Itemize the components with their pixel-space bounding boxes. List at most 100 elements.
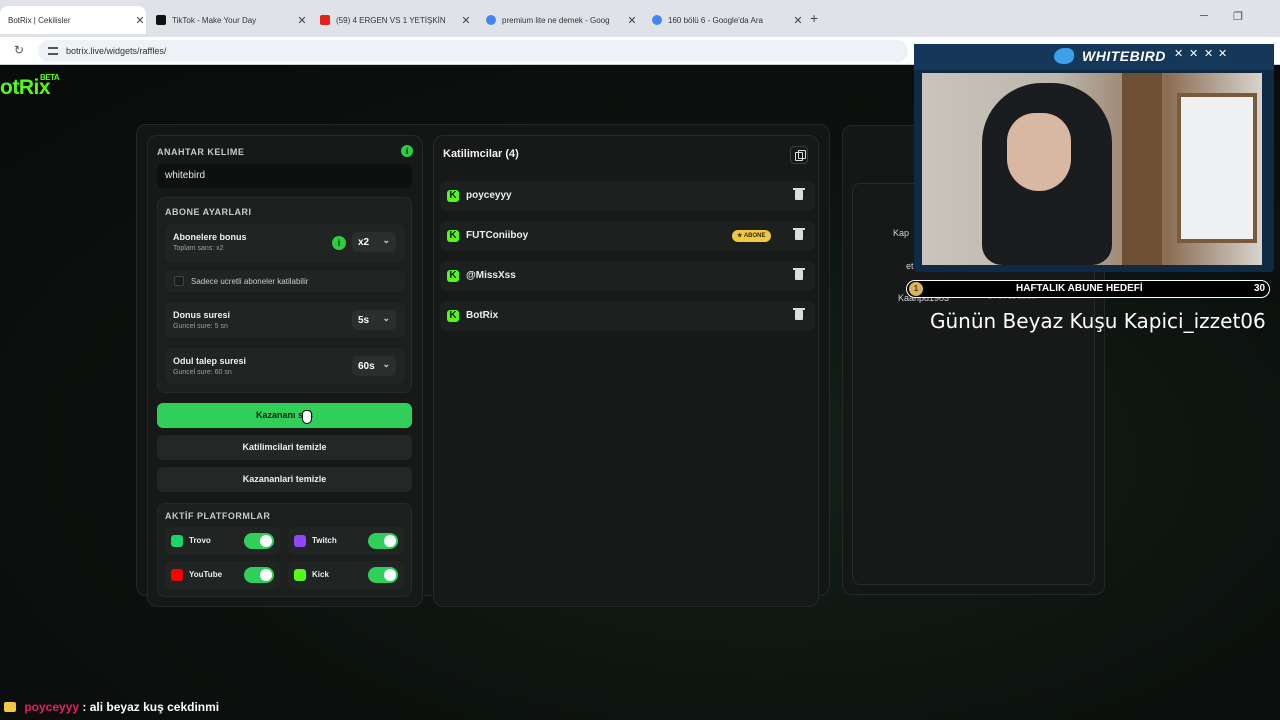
youtube-toggle[interactable] (244, 567, 274, 583)
participant-row: K BotRix (440, 301, 815, 331)
webcam-video (922, 73, 1262, 265)
tab-botrix[interactable]: BotRix | Cekilisler ✕ (0, 6, 146, 34)
tab-title: (59) 4 ERGEN VS 1 YETİŞKİN (336, 15, 446, 25)
kick-icon (294, 569, 306, 581)
paid-only-checkbox[interactable] (174, 276, 184, 286)
toggle-knob (384, 569, 396, 581)
select-value: 60s (358, 360, 375, 372)
kick-toggle[interactable] (368, 567, 398, 583)
trash-icon[interactable] (793, 228, 805, 240)
site-settings-icon[interactable] (48, 47, 58, 55)
participants-header: Katilimcilar (4) (443, 148, 519, 160)
tab-close-icon[interactable]: ✕ (296, 14, 308, 27)
goal-count: 30 (1254, 283, 1266, 294)
kick-icon: K (447, 270, 459, 282)
trovo-toggle[interactable] (244, 533, 274, 549)
close-icon: ✕ (1218, 48, 1228, 60)
platform-name: Trovo (189, 536, 211, 545)
url-field[interactable]: botrix.live/widgets/raffles/ (38, 40, 908, 62)
platforms-section-title: AKTİF PLATFORMLAR (165, 511, 271, 521)
info-icon[interactable]: i (332, 236, 346, 250)
tab-title: premium lite ne demek - Goog (502, 15, 610, 25)
twitch-toggle[interactable] (368, 533, 398, 549)
clear-participants-button[interactable]: Katilimcilari temizle (157, 435, 412, 460)
tiktok-icon (156, 15, 166, 25)
chevron-down-icon: ⌄ (382, 359, 390, 369)
toggle-knob (260, 535, 272, 547)
pick-winner-button[interactable]: Kazananı seç (157, 403, 412, 428)
chat-username: poyceyyy (24, 700, 80, 714)
info-icon[interactable]: i (401, 145, 413, 157)
beta-label: BETA (40, 73, 60, 82)
winner-name-partial: Kap (893, 228, 910, 238)
claim-time-subtitle: Guncel sure: 60 sn (173, 369, 232, 376)
select-value: 5s (358, 314, 370, 326)
background-window (1177, 93, 1257, 243)
select-value: x2 (358, 236, 370, 248)
badge-label: ABONE (743, 233, 766, 239)
reload-icon[interactable]: ↻ (14, 43, 24, 57)
chevron-down-icon: ⌄ (382, 235, 390, 245)
tab-close-icon[interactable]: ✕ (134, 14, 146, 27)
close-icon: ✕ (1204, 48, 1214, 60)
new-tab-button[interactable]: + (810, 10, 818, 26)
subscriber-badge: ★ ABONE (732, 230, 771, 242)
claim-time-title: Odul talep suresi (173, 356, 247, 366)
stream-caption: Günün Beyaz Kuşu Kapici_izzet06 (930, 309, 1266, 333)
goal-coin-icon: 1 (909, 282, 923, 296)
kick-icon: K (447, 230, 459, 242)
winner-name-partial: et (906, 261, 914, 271)
browser-tab-strip: BotRix | Cekilisler ✕ TikTok - Make Your… (0, 0, 1280, 37)
platform-trovo: Trovo (165, 527, 280, 555)
participant-row: K @MissXss (440, 261, 815, 291)
subscriber-bonus-subtitle: Toplam sans: x2 (173, 245, 224, 252)
channel-brand: WHITEBIRD (1082, 48, 1166, 64)
turn-time-title: Donus suresi (173, 310, 231, 320)
tab-google-division[interactable]: 160 bölü 6 - Google'da Ara ✕ (644, 6, 804, 34)
subscriber-section-title: ABONE AYARLARI (165, 207, 252, 217)
claim-time-select[interactable]: 60s ⌄ (352, 356, 396, 376)
participant-name: @MissXss (466, 270, 516, 281)
tab-google-premium[interactable]: premium lite ne demek - Goog ✕ (478, 6, 638, 34)
subscriber-bonus-select[interactable]: x2 ⌄ (352, 232, 396, 252)
turn-time-select[interactable]: 5s ⌄ (352, 310, 396, 330)
tab-youtube[interactable]: (59) 4 ERGEN VS 1 YETİŞKİN ✕ (312, 6, 472, 34)
tab-close-icon[interactable]: ✕ (792, 14, 804, 27)
participant-name: FUTConiiboy (466, 230, 529, 241)
trash-icon[interactable] (793, 308, 805, 320)
turn-time-subtitle: Guncel sure: 5 sn (173, 323, 228, 330)
tab-tiktok[interactable]: TikTok - Make Your Day ✕ (148, 6, 308, 34)
minimize-button[interactable]: ─ (1200, 10, 1208, 22)
keyword-label: ANAHTAR KELIME (157, 147, 245, 157)
botrix-logo: otRix BETA (0, 73, 60, 100)
clear-winners-button[interactable]: Kazananlari temizle (157, 467, 412, 492)
streamer-face (1007, 113, 1071, 191)
paid-only-row: Sadece ucretli aboneler katilabilir (165, 270, 405, 292)
mouse-cursor-icon (302, 410, 312, 424)
star-icon: ★ (737, 233, 743, 239)
trash-icon[interactable] (793, 188, 805, 200)
kick-icon: K (447, 310, 459, 322)
participant-name: poyceyyy (466, 190, 512, 201)
bird-logo-icon (1054, 48, 1074, 64)
tab-title: TikTok - Make Your Day (172, 15, 257, 25)
close-icon: ✕ (1189, 48, 1199, 60)
tab-close-icon[interactable]: ✕ (626, 14, 638, 27)
trash-icon[interactable] (793, 268, 805, 280)
copy-icon[interactable] (790, 146, 808, 164)
tab-close-icon[interactable]: ✕ (460, 14, 472, 27)
paid-only-label: Sadece ucretli aboneler katilabilir (191, 277, 309, 286)
subscriber-bonus-title: Abonelere bonus (173, 232, 247, 242)
toggle-knob (260, 569, 272, 581)
goal-title: HAFTALIK ABUNE HEDEFİ (1016, 283, 1143, 294)
participant-row: K poyceyyy (440, 181, 815, 211)
participant-name: BotRix (466, 310, 499, 321)
tab-title: 160 bölü 6 - Google'da Ara (668, 15, 763, 25)
keyword-input[interactable]: whitebird (157, 164, 412, 188)
chat-text: : ali beyaz kuş cekdinmi (82, 700, 220, 714)
maximize-button[interactable]: ❐ (1233, 10, 1243, 23)
chat-message: poyceyyy : ali beyaz kuş cekdinmi (4, 700, 219, 714)
toggle-knob (384, 535, 396, 547)
youtube-icon (171, 569, 183, 581)
platform-name: YouTube (189, 570, 223, 579)
